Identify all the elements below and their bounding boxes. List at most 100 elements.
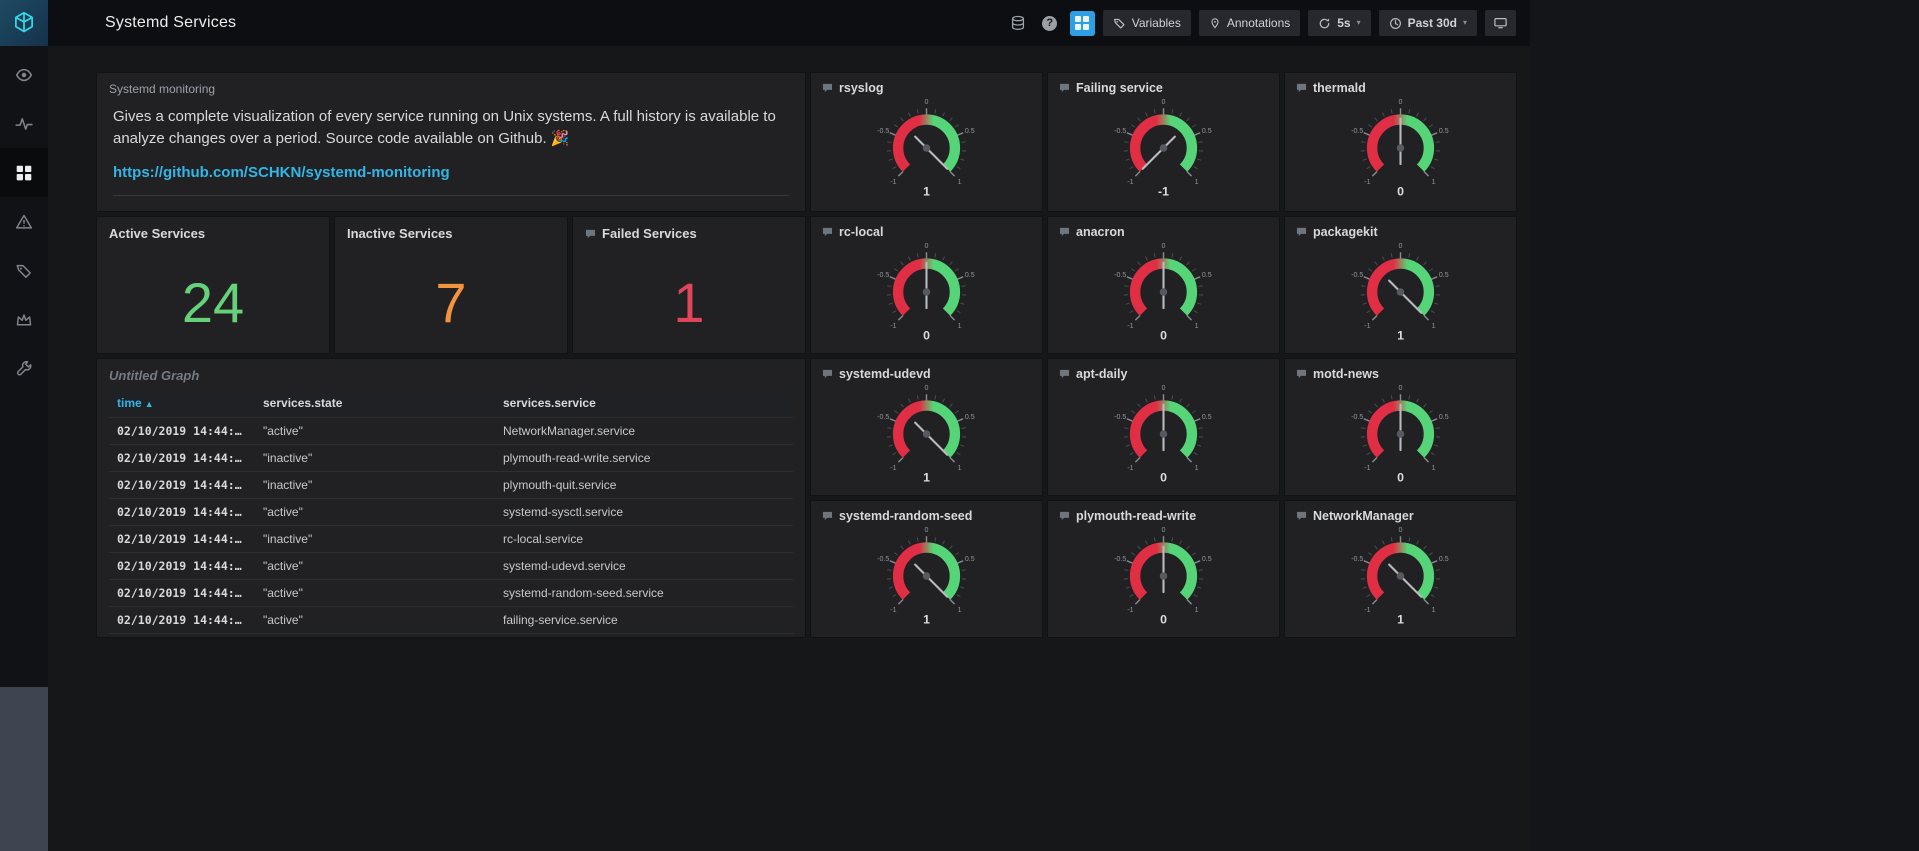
dashboard-header: Systemd Services ? Variables Annotations… xyxy=(48,0,1530,46)
svg-text:-0.5: -0.5 xyxy=(1351,413,1363,421)
panel-header[interactable]: packagekit xyxy=(1285,217,1516,239)
panel-title[interactable]: Failed Services xyxy=(602,226,697,241)
gauge-mount: -1 -0.5 0 0.5 1 0 xyxy=(1285,381,1516,487)
gauge-dial: -1 -0.5 0 0.5 1 1 xyxy=(877,98,975,198)
panel-header[interactable]: NetworkManager xyxy=(1285,501,1516,523)
gauge-dial: -1 -0.5 0 0.5 1 0 xyxy=(1114,384,1212,484)
github-link[interactable]: https://github.com/SCHKN/systemd-monitor… xyxy=(113,164,789,181)
dashboard-title: Systemd Services xyxy=(105,14,237,31)
panel-header[interactable]: thermald xyxy=(1285,73,1516,95)
database-icon xyxy=(1011,15,1024,30)
svg-text:-1: -1 xyxy=(1127,322,1133,330)
gauge-mount: -1 -0.5 0 0.5 1 1 xyxy=(811,381,1042,487)
panel-header[interactable]: systemd-udevd xyxy=(811,359,1042,381)
svg-text:0.5: 0.5 xyxy=(1439,555,1449,563)
panel-title[interactable]: Systemd monitoring xyxy=(97,73,805,100)
tags-icon xyxy=(16,264,31,278)
column-header-time[interactable]: time ▲ xyxy=(109,389,255,418)
panel-header[interactable]: plymouth-read-write xyxy=(1048,501,1279,523)
stat-panel-failed: Failed Services 1 xyxy=(572,216,806,354)
stat-value: 1 xyxy=(673,270,705,334)
sidebar-item-admin[interactable] xyxy=(0,344,48,393)
svg-text:-1: -1 xyxy=(1364,606,1370,614)
panel-header[interactable]: Failing service xyxy=(1048,73,1279,95)
gauge-panel-title: anacron xyxy=(1076,225,1125,239)
help-icon: ? xyxy=(1042,15,1058,31)
help-button[interactable]: ? xyxy=(1038,10,1062,36)
panel-header[interactable]: systemd-random-seed xyxy=(811,501,1042,523)
gauge-panel-title: plymouth-read-write xyxy=(1076,509,1197,523)
clock-icon xyxy=(1389,17,1401,29)
panel-title-icon xyxy=(1059,83,1070,93)
cell-state: "inactive" xyxy=(255,444,495,472)
datasource-button[interactable] xyxy=(1006,10,1030,36)
panel-title[interactable]: Untitled Graph xyxy=(97,359,805,389)
svg-text:-1: -1 xyxy=(1364,178,1370,186)
panel-title[interactable]: Inactive Services xyxy=(347,226,453,241)
gauge-mount: -1 -0.5 0 0.5 1 1 xyxy=(1285,523,1516,629)
text-panel-body: Gives a complete visualization of every … xyxy=(113,108,776,147)
cell-state: "active" xyxy=(255,606,495,634)
tv-mode-button[interactable] xyxy=(1485,10,1516,36)
divider xyxy=(113,194,789,196)
panel-header[interactable]: motd-news xyxy=(1285,359,1516,381)
gauge-dial: -1 -0.5 0 0.5 1 0 xyxy=(1114,242,1212,342)
column-header-service[interactable]: services.service xyxy=(495,389,793,418)
svg-text:0.5: 0.5 xyxy=(1202,555,1212,563)
panel-header[interactable]: rsyslog xyxy=(811,73,1042,95)
gauge-panel: rsyslog -1 -0.5 0 0.5 1 1 xyxy=(810,72,1043,212)
sidebar-item-pulse[interactable] xyxy=(0,99,48,148)
variables-button[interactable]: Variables xyxy=(1102,10,1191,36)
svg-text:-0.5: -0.5 xyxy=(1114,271,1126,279)
sidebar-item-eye[interactable] xyxy=(0,50,48,99)
panel-header[interactable]: rc-local xyxy=(811,217,1042,239)
svg-text:0: 0 xyxy=(1399,98,1403,106)
svg-text:1: 1 xyxy=(958,322,962,330)
panel-header[interactable]: anacron xyxy=(1048,217,1279,239)
cell-time: 02/10/2019 14:44:… xyxy=(109,633,255,637)
sidebar-bottom-block xyxy=(0,687,48,851)
panel-grid-icon xyxy=(1075,16,1090,30)
svg-text:1: 1 xyxy=(1195,178,1199,186)
cell-service: NetworkManager.service xyxy=(495,417,793,445)
column-header-state[interactable]: services.state xyxy=(255,389,495,418)
svg-text:-0.5: -0.5 xyxy=(1351,127,1363,135)
cell-time: 02/10/2019 14:44:… xyxy=(109,552,255,580)
table-row: 02/10/2019 14:44:… "active" systemd-rand… xyxy=(109,579,793,607)
refresh-button[interactable]: 5s ▾ xyxy=(1308,10,1371,36)
table-body: 02/10/2019 14:44:… "active" NetworkManag… xyxy=(109,417,793,637)
svg-text:1: 1 xyxy=(923,470,930,484)
gauge-panel-title: rsyslog xyxy=(839,81,884,95)
svg-text:-0.5: -0.5 xyxy=(877,555,889,563)
panel-header[interactable]: apt-daily xyxy=(1048,359,1279,381)
cell-state: "active" xyxy=(255,498,495,526)
svg-text:-1: -1 xyxy=(1364,322,1370,330)
cell-service: rc-local.service xyxy=(495,525,793,553)
gauge-mount: -1 -0.5 0 0.5 1 1 xyxy=(1285,239,1516,345)
stats-row: Active Services 24 Inactive Services 7 F… xyxy=(96,216,806,354)
table-row: 02/10/2019 14:44:… "inactive" plymouth-q… xyxy=(109,471,793,499)
svg-text:-0.5: -0.5 xyxy=(1114,127,1126,135)
sidebar-item-tags[interactable] xyxy=(0,246,48,295)
add-panel-button[interactable] xyxy=(1069,10,1095,36)
svg-text:1: 1 xyxy=(1432,464,1436,472)
sidebar-item-alerting[interactable] xyxy=(0,197,48,246)
time-range-label: Past 30d xyxy=(1407,16,1457,30)
sidebar-item-premium[interactable] xyxy=(0,295,48,344)
panel-title[interactable]: Active Services xyxy=(109,226,205,241)
gauge-panel: NetworkManager -1 -0.5 0 0.5 1 1 xyxy=(1284,500,1517,638)
sidebar xyxy=(0,0,48,851)
gauge-panel: packagekit -1 -0.5 0 0.5 1 1 xyxy=(1284,216,1517,354)
svg-text:-0.5: -0.5 xyxy=(1351,555,1363,563)
annotations-button[interactable]: Annotations xyxy=(1198,10,1301,36)
svg-text:0: 0 xyxy=(1162,242,1166,250)
gauge-grid: rsyslog -1 -0.5 0 0.5 1 1 Failing service -1-… xyxy=(810,72,1517,638)
svg-text:-1: -1 xyxy=(890,464,896,472)
time-range-button[interactable]: Past 30d ▾ xyxy=(1378,10,1477,36)
svg-text:-1: -1 xyxy=(1127,178,1133,186)
sidebar-item-dashboards[interactable] xyxy=(0,148,48,197)
gauge-dial: -1 -0.5 0 0.5 1 0 xyxy=(1351,384,1449,484)
svg-text:-1: -1 xyxy=(1158,184,1169,198)
panel-title-icon xyxy=(1296,83,1307,93)
grafana-logo[interactable] xyxy=(0,0,48,46)
